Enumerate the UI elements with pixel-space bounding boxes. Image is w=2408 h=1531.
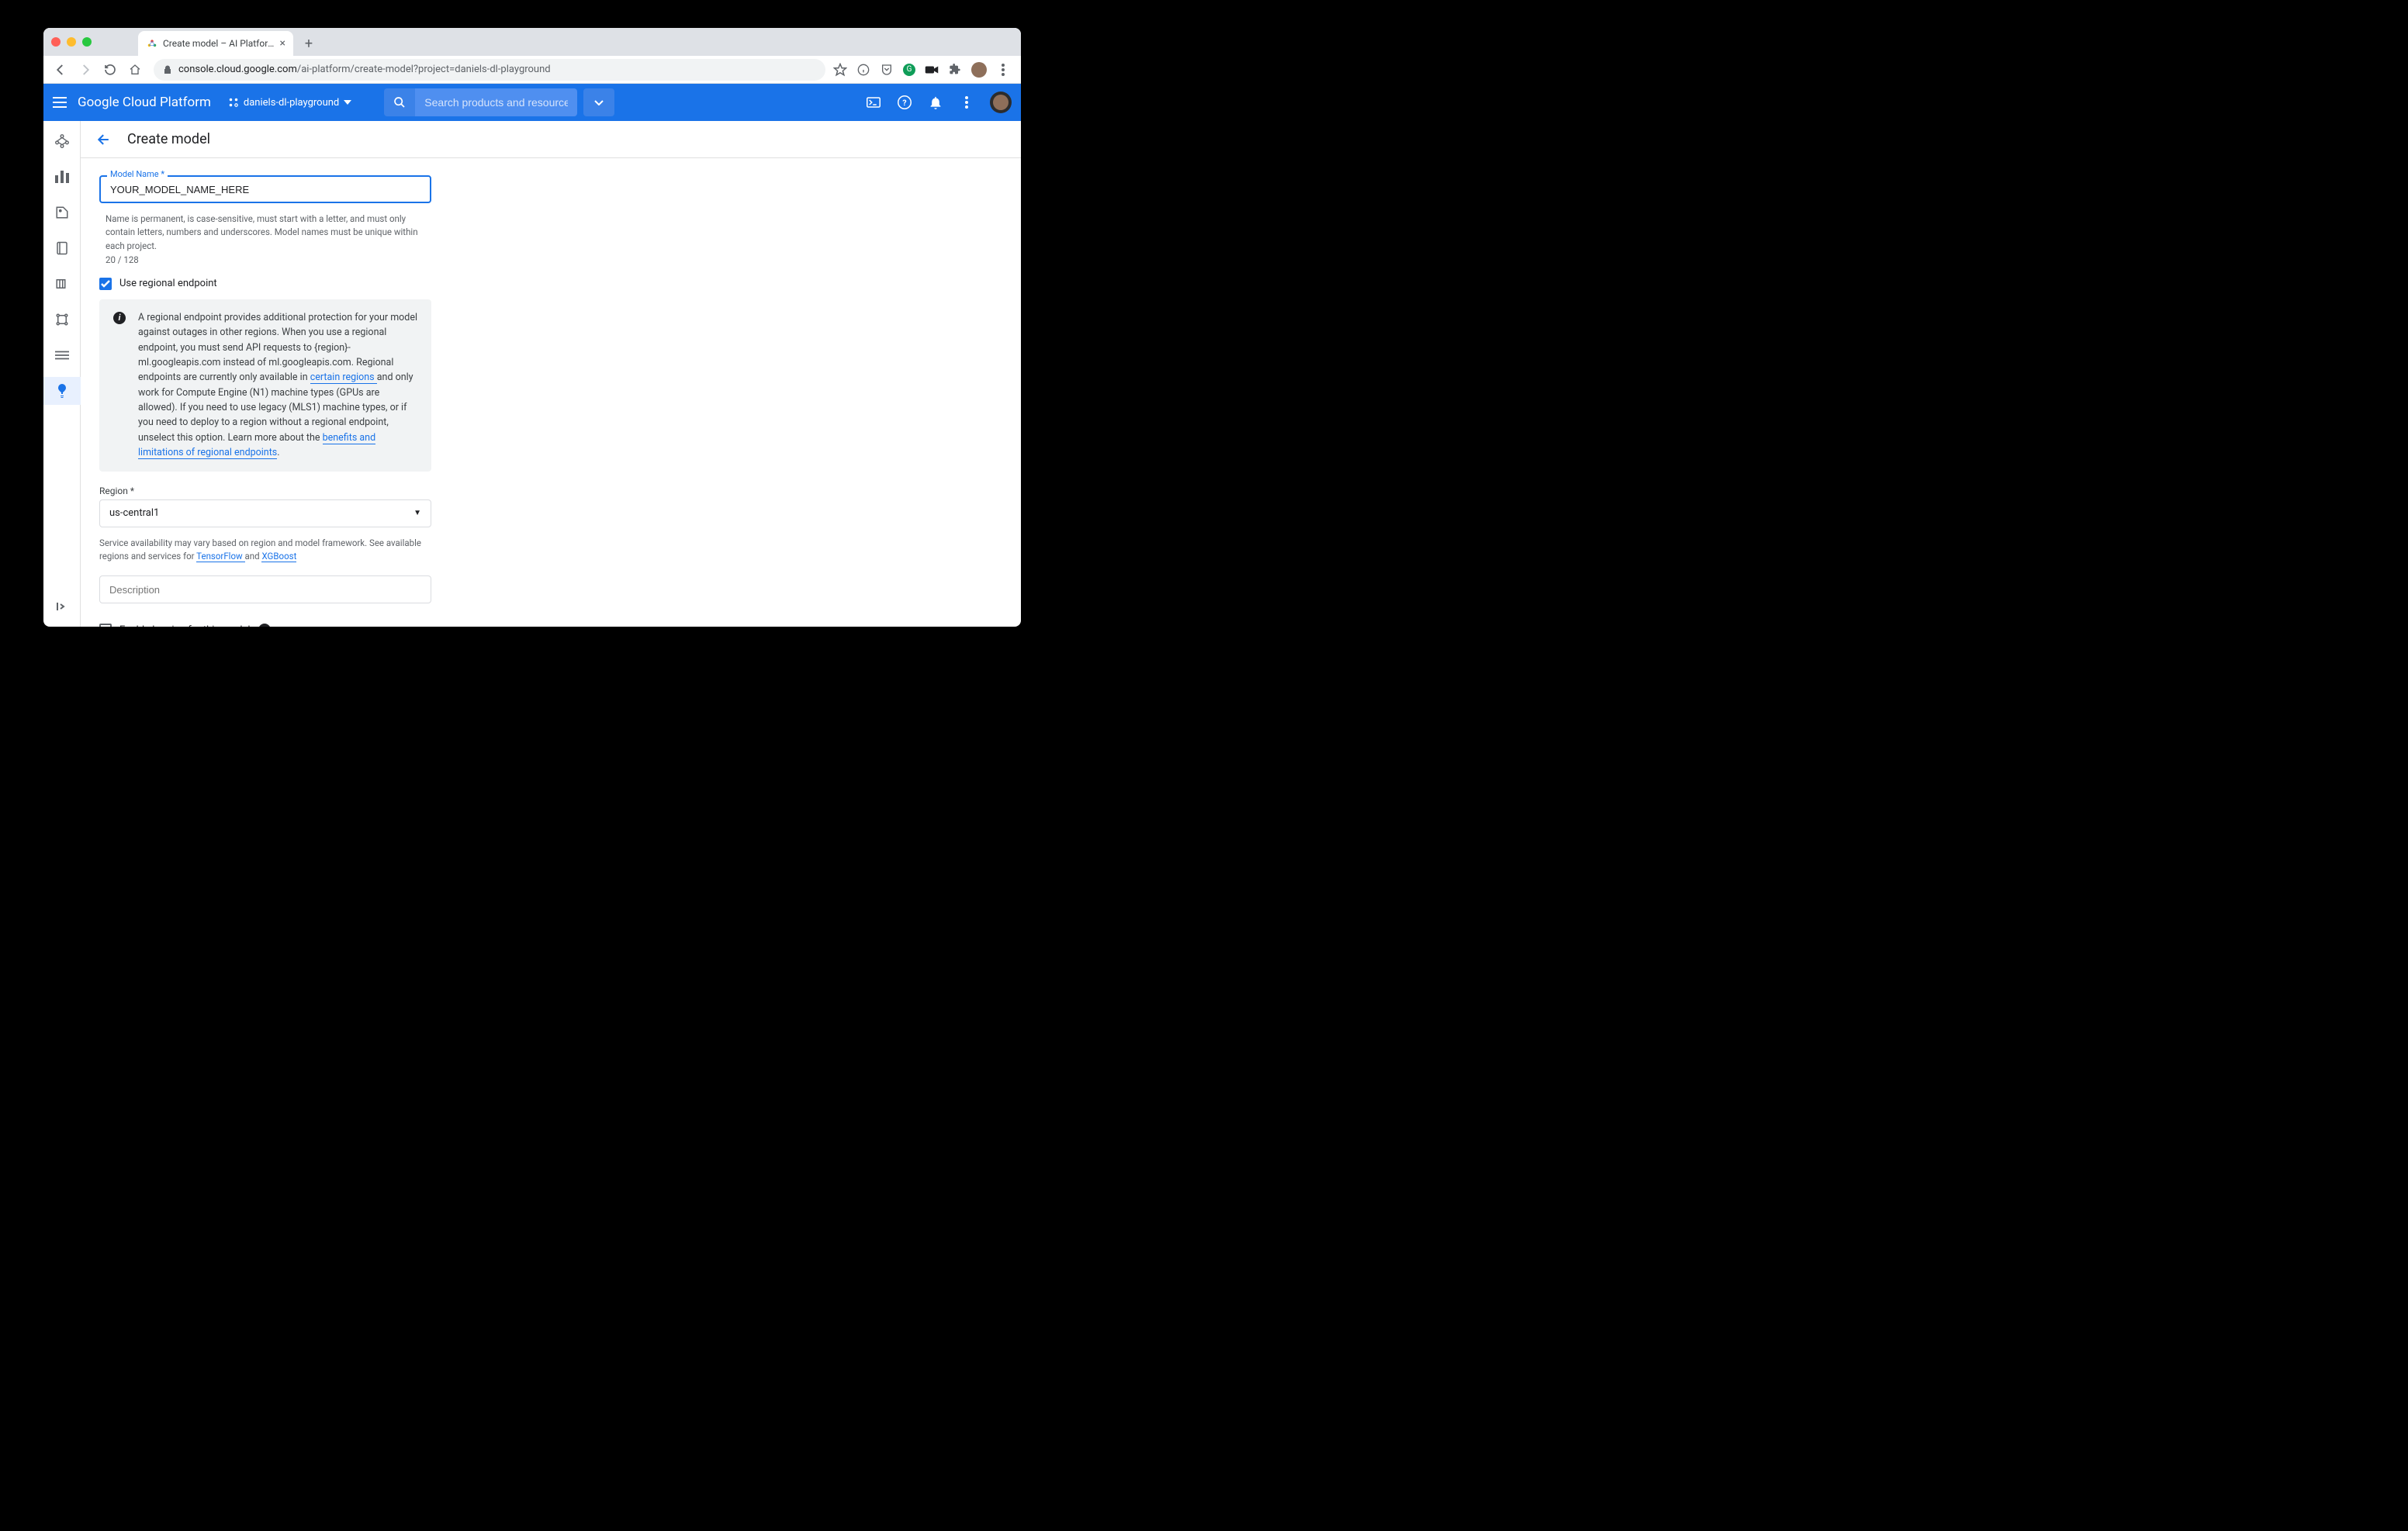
region-select[interactable]: us-central1 ▼ xyxy=(99,499,431,527)
header-utilities: ? xyxy=(866,92,1012,113)
region-helper: Service availability may vary based on r… xyxy=(99,534,431,565)
browser-tab-bar: Create model – AI Platform – d × + xyxy=(43,28,1021,56)
browser-window: Create model – AI Platform – d × + conso… xyxy=(43,28,1021,627)
logging-checkbox-row: Enable logging for this model ? xyxy=(99,624,431,627)
search-icon xyxy=(393,96,406,109)
logging-help-icon[interactable]: ? xyxy=(258,624,271,627)
sidebar-jobs-icon[interactable] xyxy=(53,310,71,329)
help-icon[interactable]: ? xyxy=(897,95,912,110)
nav-home-button[interactable] xyxy=(124,59,146,81)
model-name-field: Model Name * xyxy=(99,175,431,203)
sidebar-dashboard-icon[interactable] xyxy=(53,168,71,186)
sidebar-collapse-icon[interactable] xyxy=(53,597,71,616)
extensions-icon[interactable] xyxy=(948,63,962,77)
browser-toolbar: console.cloud.google.com/ai-platform/cre… xyxy=(43,56,1021,84)
nav-reload-button[interactable] xyxy=(99,59,121,81)
model-name-input[interactable] xyxy=(99,175,431,203)
gcp-favicon-icon xyxy=(146,37,158,50)
logging-label: Enable logging for this model xyxy=(119,624,251,627)
browser-menu-icon[interactable] xyxy=(996,63,1010,77)
star-icon[interactable] xyxy=(833,63,847,77)
search-input[interactable] xyxy=(415,88,576,116)
info-icon: i xyxy=(113,312,126,324)
dropdown-arrow-icon: ▼ xyxy=(413,509,421,517)
model-name-helper: Name is permanent, is case-sensitive, mu… xyxy=(99,209,431,254)
ai-platform-icon[interactable] xyxy=(53,132,71,150)
lock-icon xyxy=(163,65,172,74)
xgboost-link[interactable]: XGBoost xyxy=(261,551,296,562)
chevron-down-icon xyxy=(344,100,351,105)
svg-text:?: ? xyxy=(902,98,906,108)
nav-forward-button[interactable] xyxy=(74,59,96,81)
notifications-icon[interactable] xyxy=(928,95,943,110)
project-name: daniels-dl-playground xyxy=(244,97,339,109)
page-header: Create model xyxy=(81,121,1021,158)
video-ext-icon[interactable] xyxy=(925,63,939,77)
page-title: Create model xyxy=(127,131,210,147)
project-icon xyxy=(228,97,239,108)
url-bar[interactable]: console.cloud.google.com/ai-platform/cre… xyxy=(154,59,825,81)
gcp-logo[interactable]: Google Cloud Platform xyxy=(78,95,211,110)
gcp-header: Google Cloud Platform daniels-dl-playgro… xyxy=(43,84,1021,121)
nav-menu-icon[interactable] xyxy=(53,97,67,108)
cloud-shell-icon[interactable] xyxy=(866,95,881,110)
sidebar-active-icon[interactable] xyxy=(43,377,81,405)
browser-extensions: G xyxy=(833,62,1015,78)
regional-endpoint-label: Use regional endpoint xyxy=(119,278,217,289)
tensorflow-link[interactable]: TensorFlow xyxy=(196,551,244,562)
model-name-counter: 20 / 128 xyxy=(99,254,431,271)
search-dropdown[interactable] xyxy=(583,88,614,116)
new-tab-button[interactable]: + xyxy=(298,33,320,54)
chevron-down-icon xyxy=(594,100,604,105)
window-close[interactable] xyxy=(51,37,61,47)
form: Model Name * Name is permanent, is case-… xyxy=(81,158,450,627)
info-ext-icon[interactable] xyxy=(856,63,870,77)
browser-tab[interactable]: Create model – AI Platform – d × xyxy=(138,31,293,56)
search-button[interactable] xyxy=(384,88,415,116)
project-picker[interactable]: daniels-dl-playground xyxy=(222,94,358,112)
tab-close-icon[interactable]: × xyxy=(280,37,285,50)
back-arrow-icon[interactable] xyxy=(96,132,112,147)
regional-info-text-3: . xyxy=(277,447,279,458)
content-area: Create model Model Name * Name is perman… xyxy=(43,121,1021,627)
region-value: us-central1 xyxy=(109,507,159,519)
description-input[interactable] xyxy=(99,575,431,603)
model-name-label: Model Name * xyxy=(107,169,168,179)
settings-menu-icon[interactable] xyxy=(959,95,974,110)
sidebar-pipelines-icon[interactable] xyxy=(53,275,71,293)
logging-checkbox[interactable] xyxy=(99,624,112,627)
tab-title: Create model – AI Platform – d xyxy=(163,38,275,49)
account-avatar[interactable] xyxy=(990,92,1012,113)
window-controls xyxy=(51,37,92,47)
regional-endpoint-checkbox-row: Use regional endpoint xyxy=(99,278,431,290)
regional-endpoint-checkbox[interactable] xyxy=(99,278,112,290)
regional-info-box: i A regional endpoint provides additiona… xyxy=(99,299,431,472)
sidebar-data-labeling-icon[interactable] xyxy=(53,203,71,222)
search-container xyxy=(384,88,614,116)
certain-regions-link[interactable]: certain regions xyxy=(310,372,377,384)
sidebar xyxy=(43,121,81,627)
sidebar-notebooks-icon[interactable] xyxy=(53,239,71,257)
window-minimize[interactable] xyxy=(67,37,76,47)
window-maximize[interactable] xyxy=(82,37,92,47)
sidebar-models-icon[interactable] xyxy=(53,346,71,365)
url-text: console.cloud.google.com/ai-platform/cre… xyxy=(178,64,551,75)
nav-back-button[interactable] xyxy=(50,59,71,81)
profile-avatar-icon[interactable] xyxy=(971,62,987,78)
pocket-ext-icon[interactable] xyxy=(880,63,894,77)
grammarly-ext-icon[interactable]: G xyxy=(903,64,915,76)
main-content: Create model Model Name * Name is perman… xyxy=(81,121,1021,627)
region-label: Region * xyxy=(99,486,431,496)
